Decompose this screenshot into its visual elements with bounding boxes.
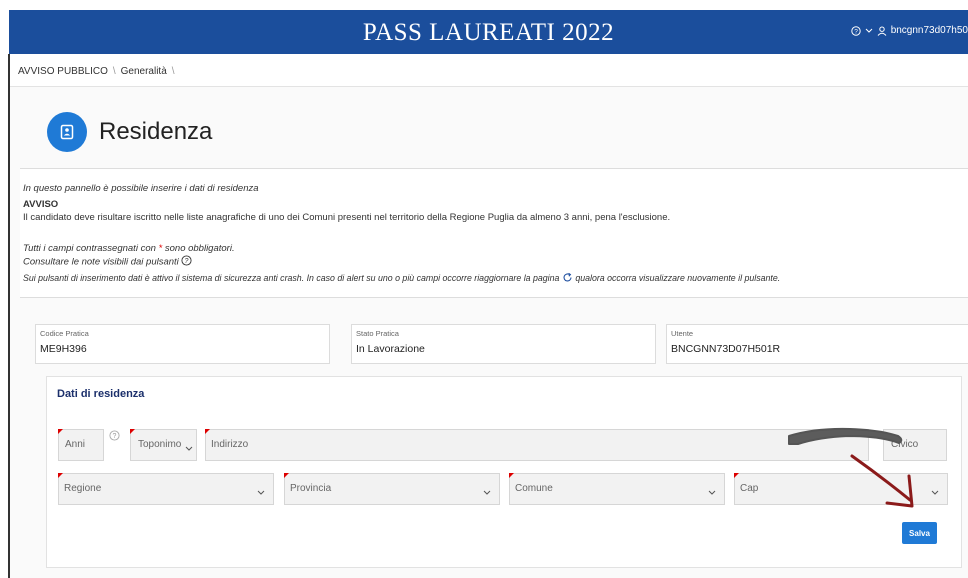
scribble-mark xyxy=(788,427,903,445)
annotation-overlay xyxy=(788,427,914,508)
annotation-arrow-icon xyxy=(850,454,912,502)
